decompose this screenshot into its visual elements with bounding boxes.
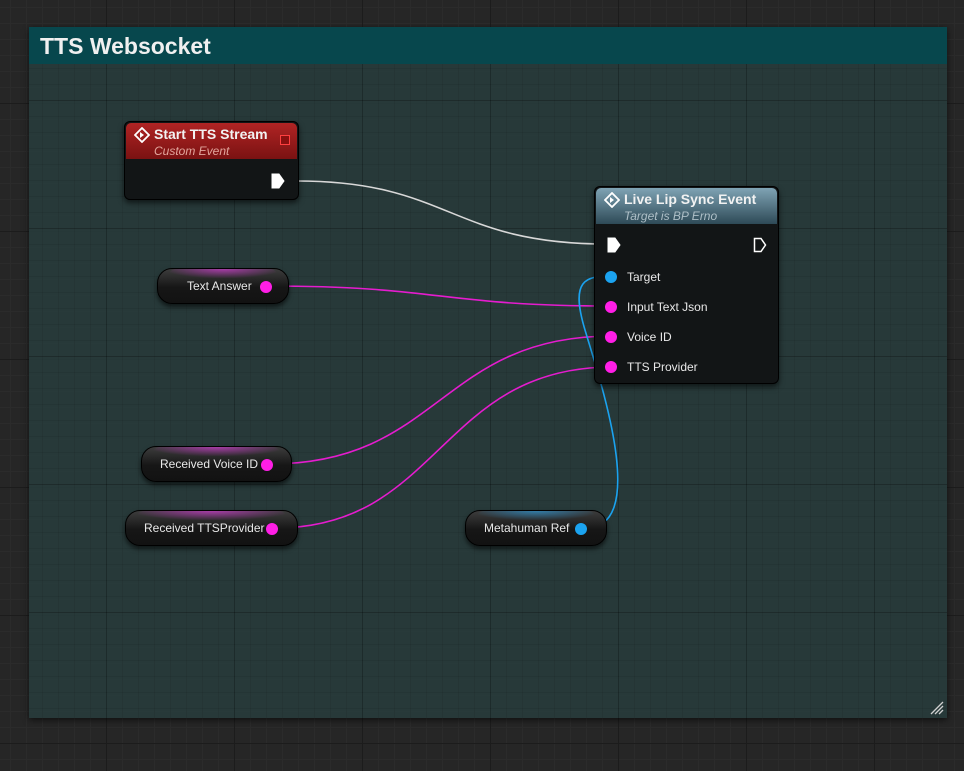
glow [476,511,596,520]
exec-in-pin-icon[interactable] [607,237,621,253]
delegate-pin-icon[interactable] [280,135,290,145]
variable-label: Text Answer [187,279,252,293]
glow [136,511,287,520]
variable-label: Received TTSProvider [144,521,265,535]
event-diamond-icon [134,127,150,143]
wire-tts-provider[interactable] [275,366,613,529]
node-title: Live Lip Sync Event [624,191,757,207]
variable-label: Metahuman Ref [484,521,570,535]
string-pin-icon[interactable] [605,361,617,373]
string-pin-icon[interactable] [261,459,273,471]
object-pin-icon[interactable] [575,523,587,535]
variable-received-voice-id[interactable]: Received Voice ID [141,446,292,482]
start-tts-stream-node[interactable]: Start TTS Stream Custom Event [124,121,299,200]
node-subtitle: Target is BP Erno [624,209,718,223]
variable-metahuman-ref[interactable]: Metahuman Ref [465,510,607,546]
variable-received-ttsprovider[interactable]: Received TTSProvider [125,510,298,546]
pin-label: Input Text Json [627,300,708,314]
exec-out-pin-icon[interactable] [753,237,767,253]
pin-label: Voice ID [627,330,672,344]
wire-voice-id[interactable] [269,335,613,465]
object-pin-icon[interactable] [605,271,617,283]
glow [168,269,278,278]
string-pin-icon[interactable] [605,331,617,343]
pin-label: TTS Provider [627,360,698,374]
exec-wire[interactable] [296,180,608,245]
pin-label: Target [627,270,661,284]
node-subtitle: Custom Event [154,144,230,158]
glow [152,447,281,456]
node-title: Start TTS Stream [154,126,268,142]
wire-text-answer[interactable] [268,285,613,307]
string-pin-icon[interactable] [260,281,272,293]
wires-layer [268,180,619,529]
exec-out-pin-icon[interactable] [271,173,285,189]
variable-text-answer[interactable]: Text Answer [157,268,289,304]
event-diamond-icon [604,192,620,208]
node-header: Start TTS Stream Custom Event [126,123,297,159]
variable-label: Received Voice ID [160,457,259,471]
string-pin-icon[interactable] [266,523,278,535]
live-lip-sync-node[interactable]: Live Lip Sync Event Target is BP Erno Ta… [594,186,779,384]
node-header: Live Lip Sync Event Target is BP Erno [596,188,777,224]
string-pin-icon[interactable] [605,301,617,313]
